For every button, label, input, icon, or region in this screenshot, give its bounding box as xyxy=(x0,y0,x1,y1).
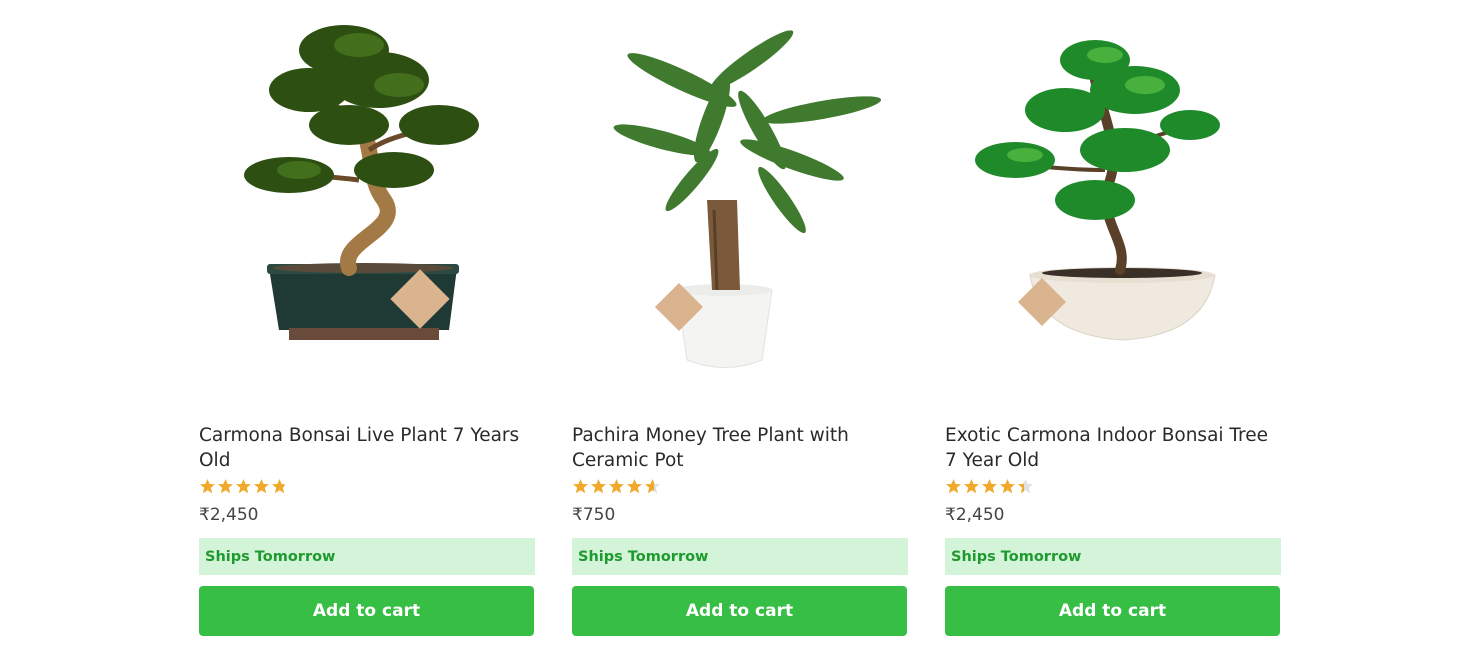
star-icon xyxy=(964,479,979,494)
add-to-cart-button[interactable]: Add to cart xyxy=(572,586,907,636)
star-icon xyxy=(1000,479,1015,494)
product-title[interactable]: Exotic Carmona Indoor Bonsai Tree 7 Year… xyxy=(945,423,1281,473)
star-icon xyxy=(272,479,287,494)
product-price: ₹750 xyxy=(572,505,616,525)
star-icon xyxy=(609,479,624,494)
star-icon xyxy=(982,479,997,494)
product-title[interactable]: Pachira Money Tree Plant with Ceramic Po… xyxy=(572,423,908,473)
product-image[interactable] xyxy=(945,0,1281,400)
rating-stars xyxy=(199,478,535,496)
product-image[interactable] xyxy=(199,0,535,400)
shipping-badge: Ships Tomorrow xyxy=(572,538,908,575)
star-icon xyxy=(946,479,961,494)
star-icon xyxy=(1018,479,1033,494)
star-icon xyxy=(254,479,269,494)
product-price: ₹2,450 xyxy=(199,505,259,525)
star-icon xyxy=(218,479,233,494)
product-grid: Carmona Bonsai Live Plant 7 Years Old ₹2… xyxy=(199,0,1281,636)
money-tree-image xyxy=(613,30,882,368)
star-icon xyxy=(591,479,606,494)
shipping-badge: Ships Tomorrow xyxy=(199,538,535,575)
star-icon xyxy=(627,479,642,494)
exotic-bonsai-image xyxy=(975,40,1220,341)
star-icon xyxy=(573,479,588,494)
product-card[interactable]: Exotic Carmona Indoor Bonsai Tree 7 Year… xyxy=(945,0,1281,636)
rating-stars xyxy=(945,478,1281,496)
product-image[interactable] xyxy=(572,0,908,400)
carmona-bonsai-image xyxy=(244,25,479,340)
star-icon xyxy=(645,479,660,494)
product-card[interactable]: Pachira Money Tree Plant with Ceramic Po… xyxy=(572,0,908,636)
shipping-badge: Ships Tomorrow xyxy=(945,538,1281,575)
product-card[interactable]: Carmona Bonsai Live Plant 7 Years Old ₹2… xyxy=(199,0,535,636)
add-to-cart-button[interactable]: Add to cart xyxy=(199,586,534,636)
rating-stars xyxy=(572,478,908,496)
star-icon xyxy=(200,479,215,494)
add-to-cart-button[interactable]: Add to cart xyxy=(945,586,1280,636)
product-title[interactable]: Carmona Bonsai Live Plant 7 Years Old xyxy=(199,423,535,473)
star-icon xyxy=(236,479,251,494)
product-price: ₹2,450 xyxy=(945,505,1005,525)
